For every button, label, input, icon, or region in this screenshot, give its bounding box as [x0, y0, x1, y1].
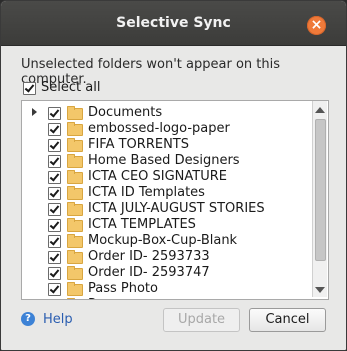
select-all-checkbox[interactable] [23, 82, 36, 95]
folder-label: Documents [88, 105, 163, 120]
folder-checkbox[interactable] [48, 139, 61, 152]
folder-icon [67, 266, 83, 280]
folder-label: Order ID- 2593733 [88, 249, 210, 264]
folder-label: ICTA JULY-AUGUST STORIES [88, 201, 265, 216]
update-button[interactable]: Update [163, 308, 240, 332]
folder-label: Order ID- 2593747 [88, 265, 210, 280]
folder-row[interactable]: Mockup-Box-Cup-Blank [22, 233, 312, 249]
scroll-down-arrow-icon[interactable] [315, 287, 325, 293]
folder-checkbox[interactable] [48, 299, 61, 300]
folder-icon [67, 234, 83, 248]
folder-checkbox[interactable] [48, 155, 61, 168]
folder-label: Pass Photo [88, 281, 158, 296]
scrollbar-thumb[interactable] [315, 119, 326, 261]
folder-label: ICTA TEMPLATES [88, 217, 196, 232]
folder-row[interactable]: FIFA TORRENTS [22, 137, 312, 153]
select-all-label[interactable]: Select all [41, 80, 100, 95]
question-icon: ? [21, 312, 35, 326]
folder-label: P... [88, 297, 106, 299]
folder-checkbox[interactable] [48, 171, 61, 184]
dialog-title: Selective Sync [116, 15, 231, 31]
help-label[interactable]: Help [43, 312, 73, 327]
folder-row[interactable]: P... [22, 297, 312, 300]
folder-row[interactable]: Order ID- 2593747 [22, 265, 312, 281]
folder-row[interactable]: ICTA CEO SIGNATURE [22, 169, 312, 185]
folder-tree[interactable]: Documents embossed-logo-paper FIFA TORRENT… [21, 100, 329, 300]
folder-checkbox[interactable] [48, 107, 61, 120]
folder-checkbox[interactable] [48, 123, 61, 136]
selective-sync-dialog: Selective Sync × Unselected folders won'… [0, 0, 347, 351]
folder-label: Mockup-Box-Cup-Blank [88, 233, 238, 248]
folder-row[interactable]: Order ID- 2593733 [22, 249, 312, 265]
folder-checkbox[interactable] [48, 235, 61, 248]
folder-icon [67, 282, 83, 296]
folder-checkbox[interactable] [48, 267, 61, 280]
folder-label: embossed-logo-paper [88, 121, 230, 136]
folder-row[interactable]: embossed-logo-paper [22, 121, 312, 137]
vertical-scrollbar[interactable] [312, 101, 327, 297]
close-button[interactable]: × [307, 16, 326, 35]
folder-label: Home Based Designers [88, 153, 240, 168]
folder-checkbox[interactable] [48, 251, 61, 264]
folder-icon [67, 170, 83, 184]
folder-checkbox[interactable] [48, 283, 61, 296]
folder-row[interactable]: ICTA JULY-AUGUST STORIES [22, 201, 312, 217]
folder-icon [67, 106, 83, 120]
folder-checkbox[interactable] [48, 203, 61, 216]
folder-row[interactable]: ICTA ID Templates [22, 185, 312, 201]
folder-icon [67, 138, 83, 152]
folder-icon [67, 202, 83, 216]
folder-checkbox[interactable] [48, 219, 61, 232]
folder-icon [67, 122, 83, 136]
scroll-up-arrow-icon[interactable] [315, 107, 325, 113]
folder-checkbox[interactable] [48, 187, 61, 200]
folder-row[interactable]: ICTA TEMPLATES [22, 217, 312, 233]
close-icon: × [310, 17, 323, 33]
folder-icon [67, 218, 83, 232]
folder-label: FIFA TORRENTS [88, 137, 189, 152]
folder-icon [67, 250, 83, 264]
folder-icon [67, 186, 83, 200]
title-bar: Selective Sync × [1, 1, 346, 46]
folder-row[interactable]: Documents [22, 105, 312, 121]
folder-icon [67, 154, 83, 168]
folder-row[interactable]: Home Based Designers [22, 153, 312, 169]
cancel-button[interactable]: Cancel [249, 308, 326, 332]
expand-arrow-icon[interactable] [32, 108, 37, 116]
folder-row[interactable]: Pass Photo [22, 281, 312, 297]
folder-label: ICTA CEO SIGNATURE [88, 169, 227, 184]
folder-label: ICTA ID Templates [88, 185, 205, 200]
